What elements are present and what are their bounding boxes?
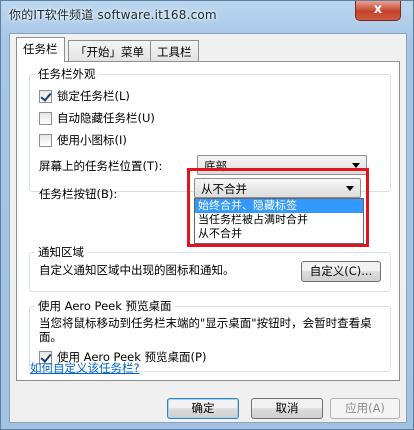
auto-hide-option[interactable]: 自动隐藏任务栏(U) <box>39 110 155 126</box>
small-icons-label: 使用小图标(I) <box>57 133 127 147</box>
help-link[interactable]: 如何自定义该任务栏? <box>30 360 140 376</box>
close-button[interactable]: x <box>355 1 401 21</box>
notification-text: 自定义通知区域中出现的图标和通知。 <box>39 263 235 277</box>
notification-group-title: 通知区域 <box>35 244 87 260</box>
annotation-highlight <box>187 168 369 247</box>
lock-taskbar-option[interactable]: 锁定任务栏(L) <box>39 88 130 104</box>
position-label: 屏幕上的任务栏位置(T): <box>39 159 163 173</box>
apply-button[interactable]: 应用(A) <box>330 398 400 419</box>
title-bar[interactable]: 你的IT软件频道 software.it168.com x <box>1 1 414 33</box>
taskbar-buttons-label: 任务栏按钮(B): <box>39 187 118 201</box>
tab-start-menu[interactable]: 「开始」菜单 <box>68 40 151 61</box>
customize-button[interactable]: 自定义(C)... <box>301 261 381 282</box>
aero-peek-description: 当您将鼠标移动到任务栏末端的"显示桌面"按钮时，会暂时查看桌面。 <box>39 316 372 344</box>
window-title: 你的IT软件频道 software.it168.com <box>9 8 217 22</box>
auto-hide-label: 自动隐藏任务栏(U) <box>57 111 155 125</box>
appearance-group-title: 任务栏外观 <box>35 66 99 82</box>
tab-toolbars[interactable]: 工具栏 <box>150 40 199 61</box>
aero-peek-group-title: 使用 Aero Peek 预览桌面 <box>35 298 175 314</box>
lock-taskbar-checkbox[interactable] <box>39 89 52 103</box>
lock-taskbar-label: 锁定任务栏(L) <box>57 89 130 103</box>
cancel-button[interactable]: 取消 <box>251 398 323 419</box>
small-icons-option[interactable]: 使用小图标(I) <box>39 132 127 148</box>
small-icons-checkbox[interactable] <box>39 133 52 147</box>
tab-taskbar[interactable]: 任务栏 <box>16 37 65 62</box>
close-icon: x <box>373 2 383 17</box>
properties-window: 你的IT软件频道 software.it168.com x 任务栏 「开始」菜单… <box>0 0 414 430</box>
auto-hide-checkbox[interactable] <box>39 111 52 125</box>
ok-button[interactable]: 确定 <box>167 398 239 419</box>
